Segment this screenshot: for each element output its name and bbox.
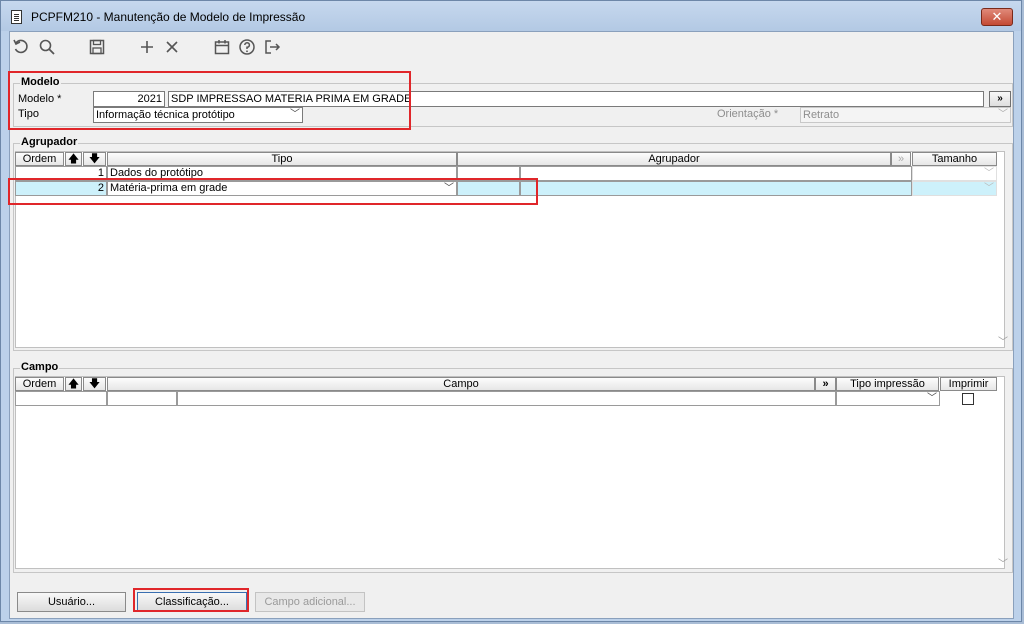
chevron-down-icon: ﹀ [984, 183, 994, 194]
campo-row-campo[interactable] [177, 391, 836, 406]
main-window: PCPFM210 - Manutenção de Modelo de Impre… [0, 0, 1022, 622]
campo-adicional-button: Campo adicional... [255, 592, 365, 612]
modelo-lookup-button[interactable]: » [989, 91, 1011, 107]
orientacao-select: Retrato ﹀ [800, 107, 1011, 123]
agrupador-header-tamanho[interactable]: Tamanho [912, 152, 997, 166]
search-icon[interactable] [38, 38, 56, 56]
agrupador-lookup-header: » [891, 152, 911, 166]
delete-icon[interactable] [163, 38, 181, 56]
agrupador-row-1-tamanho[interactable]: ﹀ [912, 166, 997, 181]
add-icon[interactable] [138, 38, 156, 56]
scroll-down-arrow[interactable]: ﹀ [998, 555, 1008, 570]
close-button[interactable]: ✕ [981, 8, 1013, 26]
document-icon [11, 10, 22, 24]
agrupador-header-agrupador[interactable]: Agrupador [457, 152, 891, 166]
calendar-icon[interactable] [213, 38, 231, 56]
agrupador-header-tipo[interactable]: Tipo [107, 152, 457, 166]
campo-header-tipo-impressao[interactable]: Tipo impressão [836, 377, 939, 391]
campo-row-ordem[interactable] [15, 391, 107, 406]
campo-header-ordem[interactable]: Ordem [15, 377, 64, 391]
highlight-box-classificacao [133, 588, 249, 612]
usuario-button[interactable]: Usuário... [17, 592, 126, 612]
orientacao-select-value: Retrato [803, 109, 840, 121]
sort-down-button[interactable]: 🡇 [83, 152, 106, 166]
sort-up-button[interactable]: 🡅 [65, 152, 82, 166]
agrupador-section-title: Agrupador [20, 136, 79, 148]
exit-icon[interactable] [263, 38, 281, 56]
campo-header-campo[interactable]: Campo [107, 377, 815, 391]
campo-lookup-header[interactable]: » [815, 377, 836, 391]
campo-section-title: Campo [20, 361, 60, 373]
save-icon[interactable] [88, 38, 106, 56]
sort-up-button[interactable]: 🡅 [65, 377, 82, 391]
chevron-down-icon: ﹀ [927, 393, 937, 404]
agrupador-row-2-tamanho[interactable]: ﹀ [912, 181, 997, 196]
agrupador-row-2-agrupador[interactable] [520, 181, 912, 196]
imprimir-checkbox[interactable] [962, 393, 974, 405]
agrupador-header-ordem[interactable]: Ordem [15, 152, 64, 166]
highlight-box-agrupador-row [8, 178, 538, 205]
chevron-down-icon: ﹀ [998, 109, 1008, 120]
campo-row-code[interactable] [107, 391, 177, 406]
toolbar [10, 32, 1013, 62]
sort-down-button[interactable]: 🡇 [83, 377, 106, 391]
help-icon[interactable] [238, 38, 256, 56]
orientacao-label: Orientação * [717, 108, 779, 120]
agrupador-row-1-agrupador[interactable] [520, 166, 912, 181]
highlight-box-modelo [8, 71, 411, 130]
campo-row-tipo-impressao[interactable]: ﹀ [836, 391, 940, 406]
scroll-down-arrow[interactable]: ﹀ [998, 333, 1008, 348]
chevron-down-icon: ﹀ [984, 168, 994, 179]
campo-header-imprimir[interactable]: Imprimir [940, 377, 997, 391]
undo-icon[interactable] [12, 38, 30, 56]
window-title: PCPFM210 - Manutenção de Modelo de Impre… [31, 10, 306, 24]
title-bar: PCPFM210 - Manutenção de Modelo de Impre… [1, 1, 1021, 31]
